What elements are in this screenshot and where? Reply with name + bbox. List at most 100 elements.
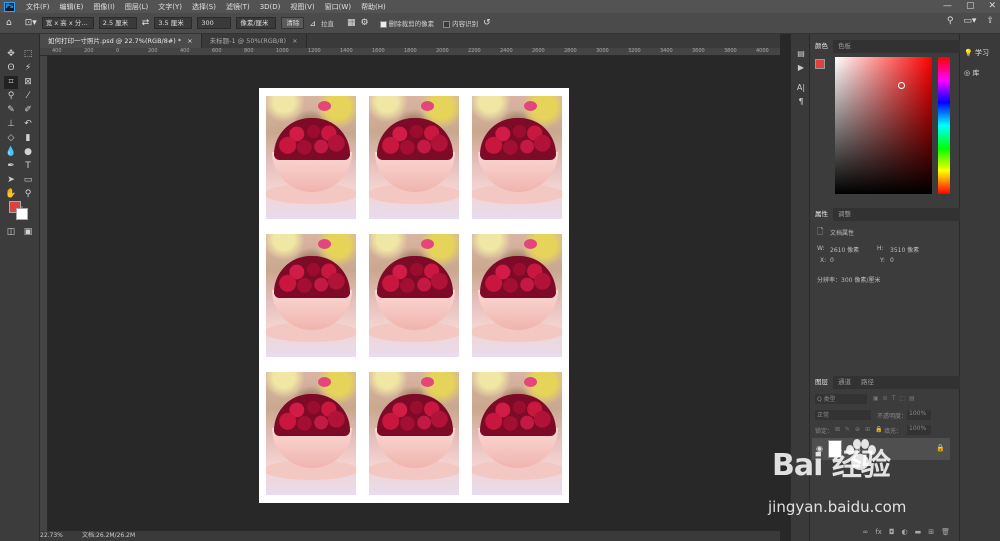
blend-mode-select[interactable]: 正常 [815, 410, 871, 420]
straighten-icon[interactable]: ⊿ [309, 19, 316, 28]
close-window-button[interactable]: ✕ [988, 1, 996, 11]
clear-button[interactable]: 清除 [281, 17, 305, 29]
type-tool-icon[interactable]: T [21, 160, 35, 173]
content-aware-checkbox[interactable]: 内容识别 [443, 18, 478, 28]
gradient-tool-icon[interactable]: ▮ [21, 132, 35, 145]
workspace-icon[interactable]: ▭▾ [963, 16, 976, 26]
color-picker-cursor-icon[interactable] [898, 82, 905, 89]
crop-tool-icon[interactable]: ⌗ [4, 76, 18, 89]
menu-layer[interactable]: 图层(L) [120, 2, 153, 12]
opacity-field[interactable]: 100% [907, 410, 931, 420]
background-color-swatch[interactable] [16, 208, 28, 220]
tab-document-1[interactable]: 如何打印一寸照片.psd @ 22.7%(RGB/8#) * × [40, 34, 202, 48]
share-icon[interactable]: ⇪ [986, 16, 994, 26]
dodge-tool-icon[interactable]: ● [21, 146, 35, 159]
menu-type[interactable]: 文字(Y) [153, 2, 187, 12]
ratio-select[interactable]: 宽 x 高 x 分... [41, 17, 94, 29]
ruler-tool-icon[interactable]: ⁄ [21, 90, 35, 103]
magic-wand-tool-icon[interactable]: ⚡ [21, 62, 35, 75]
ruler-tick-label: 800 [244, 48, 254, 54]
document-size: 文档:26.2M/26.2M [82, 532, 136, 539]
move-tool-icon[interactable]: ✥ [4, 48, 18, 61]
swap-icon[interactable]: ⇄ [142, 18, 150, 28]
ruler-tick-label: 3400 [660, 48, 673, 54]
clone-stamp-tool-icon[interactable]: ⊥ [4, 118, 18, 131]
eyedropper-tool-icon[interactable]: ⚲ [4, 90, 18, 103]
marquee-tool-icon[interactable]: ⬚ [21, 48, 35, 61]
spot-heal-tool-icon[interactable]: ✎ [4, 104, 18, 117]
home-icon[interactable]: ⌂ [6, 18, 12, 28]
menu-file[interactable]: 文件(F) [21, 2, 55, 12]
settings-gear-icon[interactable]: ⚙ [361, 18, 369, 28]
tab-properties[interactable]: 属性 [810, 208, 833, 221]
menu-view[interactable]: 视图(V) [285, 2, 319, 12]
crop-tool-icon[interactable]: ⊡▾ [25, 18, 37, 28]
screen-mode-icon[interactable]: ▣ [21, 226, 35, 239]
eraser-tool-icon[interactable]: ◇ [4, 132, 18, 145]
delete-cropped-checkbox[interactable]: 删除裁剪的像素 [379, 18, 434, 28]
straighten-label[interactable]: 拉直 [321, 18, 334, 28]
layer-filter-select[interactable]: Q 类型 [815, 394, 867, 404]
reset-icon[interactable]: ↺ [483, 18, 491, 28]
menu-help[interactable]: 帮助(H) [356, 2, 391, 12]
menu-3d[interactable]: 3D(D) [255, 3, 286, 11]
tab-swatches[interactable]: 色板 [833, 40, 856, 53]
rectangle-tool-icon[interactable]: ▭ [21, 174, 35, 187]
opacity-label: 不透明度： [877, 413, 908, 420]
resolution-field[interactable]: 300 [197, 17, 232, 29]
path-select-tool-icon[interactable]: ➤ [4, 174, 18, 187]
tab-channels[interactable]: 通道 [833, 376, 856, 389]
watermark-brand: Bai 经验 [772, 448, 891, 483]
color-picker-field[interactable] [835, 57, 932, 194]
tab-paths[interactable]: 路径 [856, 376, 879, 389]
maximize-button[interactable]: ▢ [966, 1, 975, 11]
height-field[interactable]: 3.5 厘米 [154, 17, 193, 29]
checkbox-unchecked-icon [443, 20, 451, 28]
ruler-tick-label: 1200 [308, 48, 321, 54]
menu-select[interactable]: 选择(S) [187, 2, 221, 12]
hand-tool-icon[interactable]: ✋ [4, 188, 18, 201]
ruler-tick-label: 2800 [564, 48, 577, 54]
menu-image[interactable]: 图像(I) [88, 2, 120, 12]
menu-filter[interactable]: 滤镜(T) [221, 2, 255, 12]
ruler-tick-label: 1000 [276, 48, 289, 54]
paragraph-panel-icon[interactable]: ¶ [795, 96, 807, 108]
actions-panel-icon[interactable]: ▶ [795, 62, 807, 74]
ruler-tick-label: 600 [212, 48, 222, 54]
ruler-tick-label: 3200 [628, 48, 641, 54]
history-panel-icon[interactable]: ▤ [795, 48, 807, 60]
quick-mask-icon[interactable]: ◫ [4, 226, 18, 239]
document-page[interactable] [259, 88, 569, 503]
close-tab-icon[interactable]: × [292, 37, 297, 45]
unit-select[interactable]: 像素/厘米 [236, 17, 277, 29]
libraries-item[interactable]: ◎ 库 [964, 68, 979, 78]
minimize-button[interactable]: — [943, 1, 952, 11]
close-tab-icon[interactable]: × [187, 37, 192, 45]
ruler-tick-label: 2000 [436, 48, 449, 54]
lasso-tool-icon[interactable]: ʘ [4, 62, 18, 75]
menu-edit[interactable]: 编辑(E) [55, 2, 89, 12]
tab-adjustments[interactable]: 调整 [833, 208, 856, 221]
brush-tool-icon[interactable]: ✐ [21, 104, 35, 117]
ruler-tick-label: 200 [84, 48, 94, 54]
tab-layers[interactable]: 图层 [810, 376, 833, 389]
ruler-tick-label: 400 [180, 48, 190, 54]
width-field[interactable]: 2.5 厘米 [98, 17, 137, 29]
layer-filter-icons[interactable]: ▣⊘T⬚▤ [873, 395, 919, 402]
tab-document-2[interactable]: 未标题-1 @ 50%(RGB/8) × [202, 34, 307, 48]
zoom-tool-icon[interactable]: ⚲ [21, 188, 35, 201]
history-brush-tool-icon[interactable]: ↶ [21, 118, 35, 131]
hue-slider[interactable] [938, 57, 950, 194]
blur-tool-icon[interactable]: 💧 [4, 146, 18, 159]
photo-flower [524, 377, 537, 387]
learn-item[interactable]: 💡 学习 [964, 48, 989, 58]
menu-window[interactable]: 窗口(W) [320, 2, 356, 12]
pen-tool-icon[interactable]: ✒ [4, 160, 18, 173]
character-panel-icon[interactable]: A| [795, 82, 807, 94]
overlay-grid-icon[interactable]: ▦ [347, 18, 356, 28]
color-panel-foreground-swatch[interactable] [815, 59, 825, 69]
search-icon[interactable]: ⚲ [947, 16, 954, 26]
frame-tool-icon[interactable]: ⊠ [21, 76, 35, 89]
tab-color[interactable]: 颜色 [810, 40, 833, 53]
zoom-level[interactable]: 22.73% [40, 531, 63, 541]
